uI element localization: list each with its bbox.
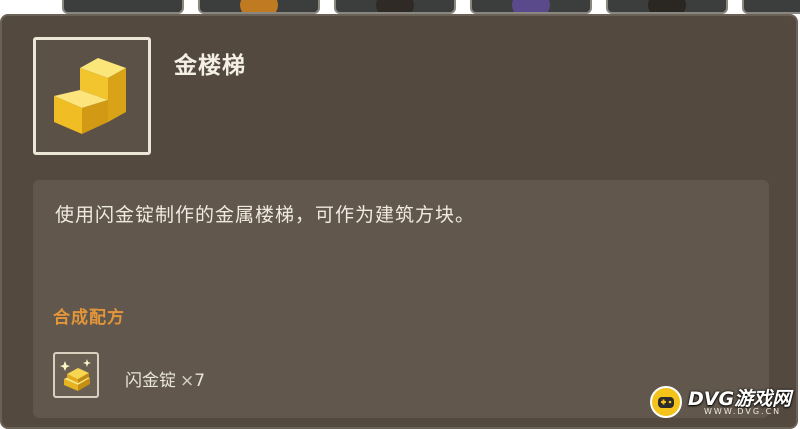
ingredient-label: 闪金锭 ×7 [125,366,205,391]
ingredient-quantity: 7 [194,371,206,391]
item-description: 使用闪金锭制作的金属楼梯，可作为建筑方块。 [55,204,476,226]
inventory-slot[interactable] [606,0,728,14]
item-name: 金楼梯 [174,53,246,79]
gold-stairs-icon [54,58,126,134]
recipe-title: 合成配方 [53,308,125,328]
ingredient-multiplier: × [180,371,195,391]
item-tooltip-screen: 金楼梯 使用闪金锭制作的金属楼梯，可作为建筑方块。 合成配方 闪金锭 ×7 DV… [0,0,800,429]
site-watermark: DVG游戏网 WWW.DVG.CN [646,380,796,424]
gold-ingot-icon [60,359,91,391]
gamepad-icon [650,386,682,418]
inventory-slot[interactable] [62,0,184,14]
inventory-slot[interactable] [742,0,800,14]
ingredient-name: 闪金锭 [125,371,176,391]
inventory-slot[interactable] [334,0,456,14]
inventory-slot[interactable] [198,0,320,14]
item-detail-panel: 金楼梯 使用闪金锭制作的金属楼梯，可作为建筑方块。 合成配方 闪金锭 ×7 [0,14,798,429]
watermark-url: WWW.DVG.CN [704,407,782,416]
inventory-slot[interactable] [470,0,592,14]
ingredient-icon-frame[interactable] [53,352,99,398]
item-icon-frame [33,37,151,155]
